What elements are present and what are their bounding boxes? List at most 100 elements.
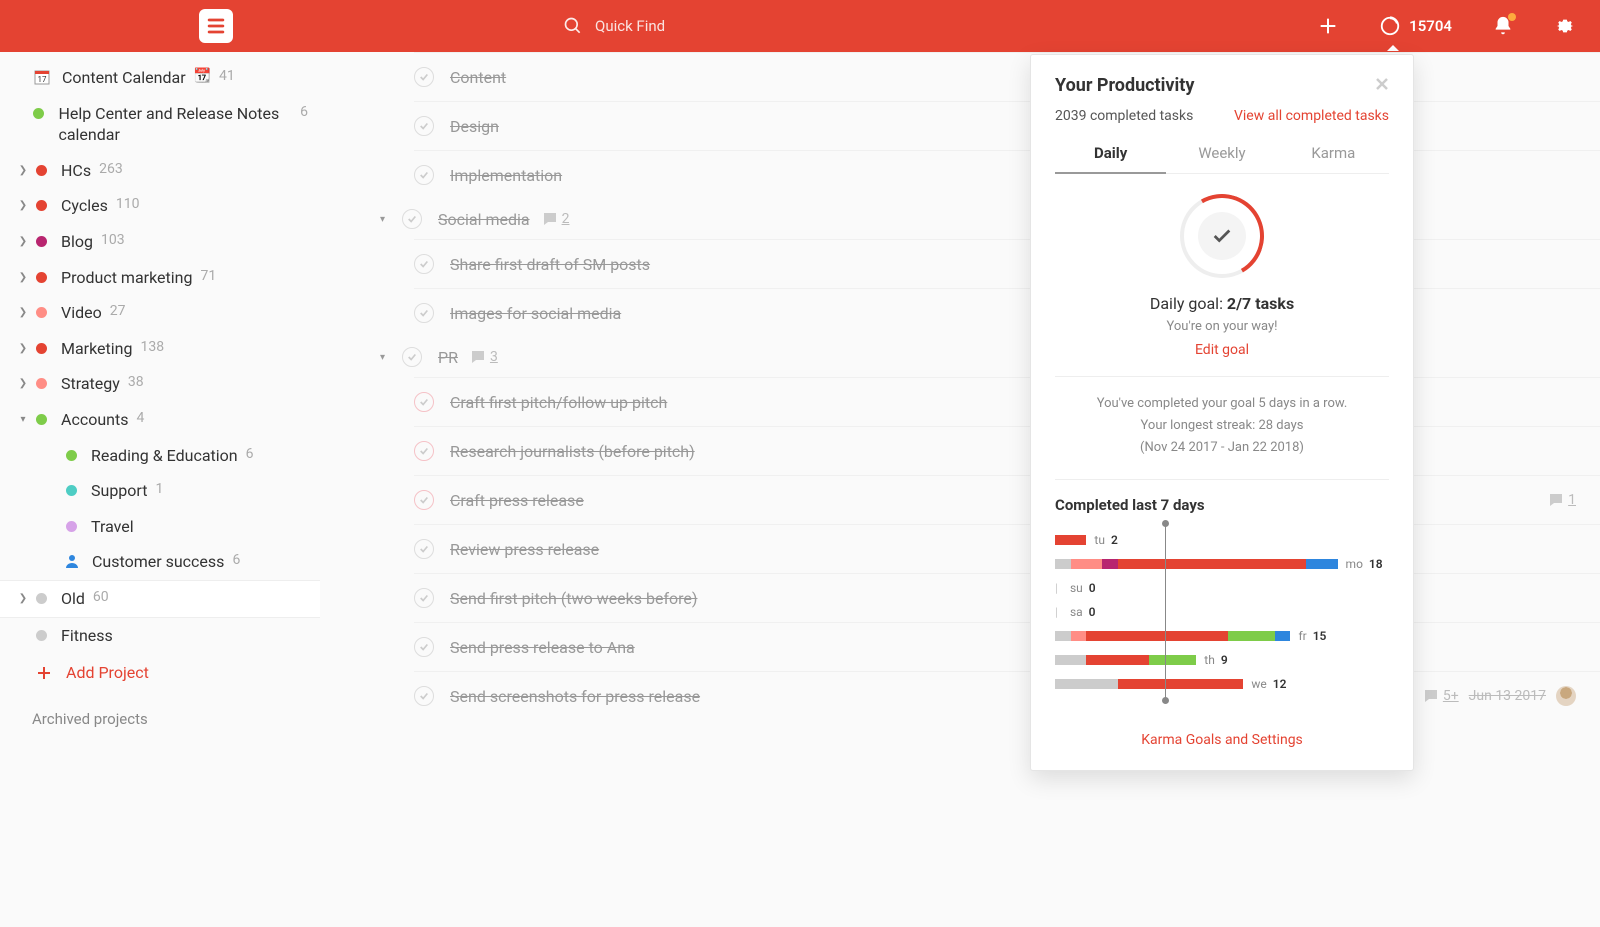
task-checkbox[interactable] bbox=[414, 67, 434, 87]
streak-row: You've completed your goal 5 days in a r… bbox=[1079, 393, 1365, 415]
comment-indicator[interactable]: 1 bbox=[1548, 492, 1576, 508]
chart-bar-label: mo18 bbox=[1346, 557, 1383, 571]
task-row[interactable]: Implementation bbox=[414, 150, 1600, 199]
chevron-icon[interactable]: ❯ bbox=[16, 271, 30, 285]
project-count: 1 bbox=[155, 480, 163, 499]
task-row[interactable]: Content bbox=[414, 52, 1600, 101]
task-row[interactable]: Share first draft of SM posts bbox=[414, 239, 1600, 288]
project-item[interactable]: ❯ Blog 103 bbox=[0, 224, 320, 260]
task-checkbox[interactable] bbox=[402, 347, 422, 367]
project-color-dot bbox=[36, 236, 47, 247]
chevron-icon[interactable]: ❯ bbox=[16, 592, 30, 606]
comment-indicator[interactable]: 3 bbox=[470, 349, 498, 365]
task-group-header[interactable]: ▾PR3 bbox=[380, 337, 1600, 377]
project-item[interactable]: ❯Old60 bbox=[0, 580, 320, 618]
tab-karma[interactable]: Karma bbox=[1278, 136, 1389, 173]
task-checkbox[interactable] bbox=[414, 303, 434, 323]
settings-button[interactable] bbox=[1554, 15, 1576, 37]
task-name: Share first draft of SM posts bbox=[450, 255, 650, 274]
task-checkbox[interactable] bbox=[414, 490, 434, 510]
karma-settings-link[interactable]: Karma Goals and Settings bbox=[1031, 714, 1413, 770]
chevron-down-icon[interactable]: ▾ bbox=[380, 214, 394, 225]
task-row[interactable]: Send screenshots for press release5+Jun … bbox=[414, 671, 1600, 720]
project-name: Blog bbox=[61, 231, 93, 253]
chevron-icon[interactable]: ❯ bbox=[16, 306, 30, 320]
task-checkbox[interactable] bbox=[414, 165, 434, 185]
search-input[interactable] bbox=[595, 17, 795, 35]
task-checkbox[interactable] bbox=[414, 588, 434, 608]
project-item[interactable]: Fitness bbox=[0, 618, 320, 654]
task-name: Content bbox=[450, 68, 506, 87]
chevron-icon[interactable]: ▾ bbox=[16, 413, 30, 427]
project-item[interactable]: ❯Marketing138 bbox=[0, 331, 320, 367]
project-item[interactable]: ❯Product marketing71 bbox=[0, 260, 320, 296]
project-item[interactable]: Help Center and Release Notes calendar6 bbox=[0, 96, 320, 153]
check-icon bbox=[419, 259, 429, 269]
project-item[interactable]: ❯Cycles110 bbox=[0, 188, 320, 224]
task-name: Research journalists (before pitch) bbox=[450, 442, 695, 461]
task-name: Images for social media bbox=[450, 304, 621, 323]
task-row[interactable]: Craft first pitch/follow up pitch bbox=[414, 377, 1600, 426]
task-row[interactable]: Send first pitch (two weeks before) bbox=[414, 573, 1600, 622]
project-item[interactable]: Support1 bbox=[0, 473, 320, 509]
plus-icon bbox=[1317, 15, 1339, 37]
project-name: Accounts bbox=[61, 409, 128, 431]
quick-add-button[interactable] bbox=[1317, 15, 1339, 37]
project-item[interactable]: 17Content Calendar📆41 bbox=[0, 60, 320, 96]
project-count: 41 bbox=[219, 67, 235, 86]
popover-title: Your Productivity bbox=[1055, 75, 1194, 96]
project-item[interactable]: Reading & Education6 bbox=[0, 438, 320, 474]
task-checkbox[interactable] bbox=[414, 254, 434, 274]
chevron-icon[interactable]: ❯ bbox=[16, 164, 30, 178]
task-row[interactable]: Craft press release 1 bbox=[414, 475, 1600, 524]
task-checkbox[interactable] bbox=[402, 209, 422, 229]
comment-icon bbox=[542, 211, 558, 227]
task-checkbox[interactable] bbox=[414, 539, 434, 559]
task-name: Send screenshots for press release bbox=[450, 687, 700, 706]
chart-bar-row: tu2 bbox=[1055, 528, 1389, 552]
close-button[interactable] bbox=[1375, 75, 1389, 96]
project-color-dot bbox=[36, 307, 47, 318]
archived-projects-link[interactable]: Archived projects bbox=[0, 692, 320, 746]
comment-indicator[interactable]: 2 bbox=[542, 211, 570, 227]
task-row[interactable]: Design bbox=[414, 101, 1600, 150]
assignee-avatar[interactable] bbox=[1556, 686, 1576, 706]
project-item[interactable]: ❯Strategy38 bbox=[0, 366, 320, 402]
project-count: 6 bbox=[246, 445, 254, 464]
task-name: Craft press release bbox=[450, 491, 584, 510]
app-logo[interactable] bbox=[199, 9, 233, 43]
project-item[interactable]: ❯Video27 bbox=[0, 295, 320, 331]
chevron-icon[interactable]: ❯ bbox=[16, 377, 30, 391]
view-all-link[interactable]: View all completed tasks bbox=[1234, 108, 1389, 124]
task-group-header[interactable]: ▾Social media2 bbox=[380, 199, 1600, 239]
project-item[interactable]: Travel bbox=[0, 509, 320, 545]
edit-goal-link[interactable]: Edit goal bbox=[1079, 342, 1365, 358]
task-row[interactable]: Review press release bbox=[414, 524, 1600, 573]
comment-indicator[interactable]: 5+ bbox=[1423, 688, 1459, 704]
notifications-button[interactable] bbox=[1492, 15, 1514, 37]
project-count: 103 bbox=[101, 231, 125, 250]
chevron-icon[interactable]: ❯ bbox=[16, 199, 30, 213]
check-icon bbox=[419, 544, 429, 554]
chevron-down-icon[interactable]: ▾ bbox=[380, 352, 394, 363]
task-checkbox[interactable] bbox=[414, 116, 434, 136]
task-checkbox[interactable] bbox=[414, 637, 434, 657]
task-checkbox[interactable] bbox=[414, 686, 434, 706]
productivity-button[interactable]: 15704 bbox=[1379, 15, 1452, 37]
tab-daily[interactable]: Daily bbox=[1055, 136, 1166, 174]
project-item[interactable]: Customer success6 bbox=[0, 544, 320, 580]
chevron-icon[interactable]: ❯ bbox=[16, 342, 30, 356]
chart-bar-row: we12 bbox=[1055, 672, 1389, 696]
task-row[interactable]: Images for social media bbox=[414, 288, 1600, 337]
add-project-button[interactable]: Add Project bbox=[0, 653, 320, 692]
completed-chart: tu2mo18|su0|sa0fr15th9we12 bbox=[1055, 528, 1389, 706]
task-checkbox[interactable] bbox=[414, 441, 434, 461]
task-row[interactable]: Research journalists (before pitch) bbox=[414, 426, 1600, 475]
task-checkbox[interactable] bbox=[414, 392, 434, 412]
task-row[interactable]: Send press release to Ana bbox=[414, 622, 1600, 671]
chevron-icon[interactable]: ❯ bbox=[16, 235, 30, 249]
chart-bar-label: we12 bbox=[1251, 677, 1286, 691]
tab-weekly[interactable]: Weekly bbox=[1166, 136, 1277, 173]
project-item[interactable]: ▾Accounts4 bbox=[0, 402, 320, 438]
project-item[interactable]: ❯HCs263 bbox=[0, 153, 320, 189]
